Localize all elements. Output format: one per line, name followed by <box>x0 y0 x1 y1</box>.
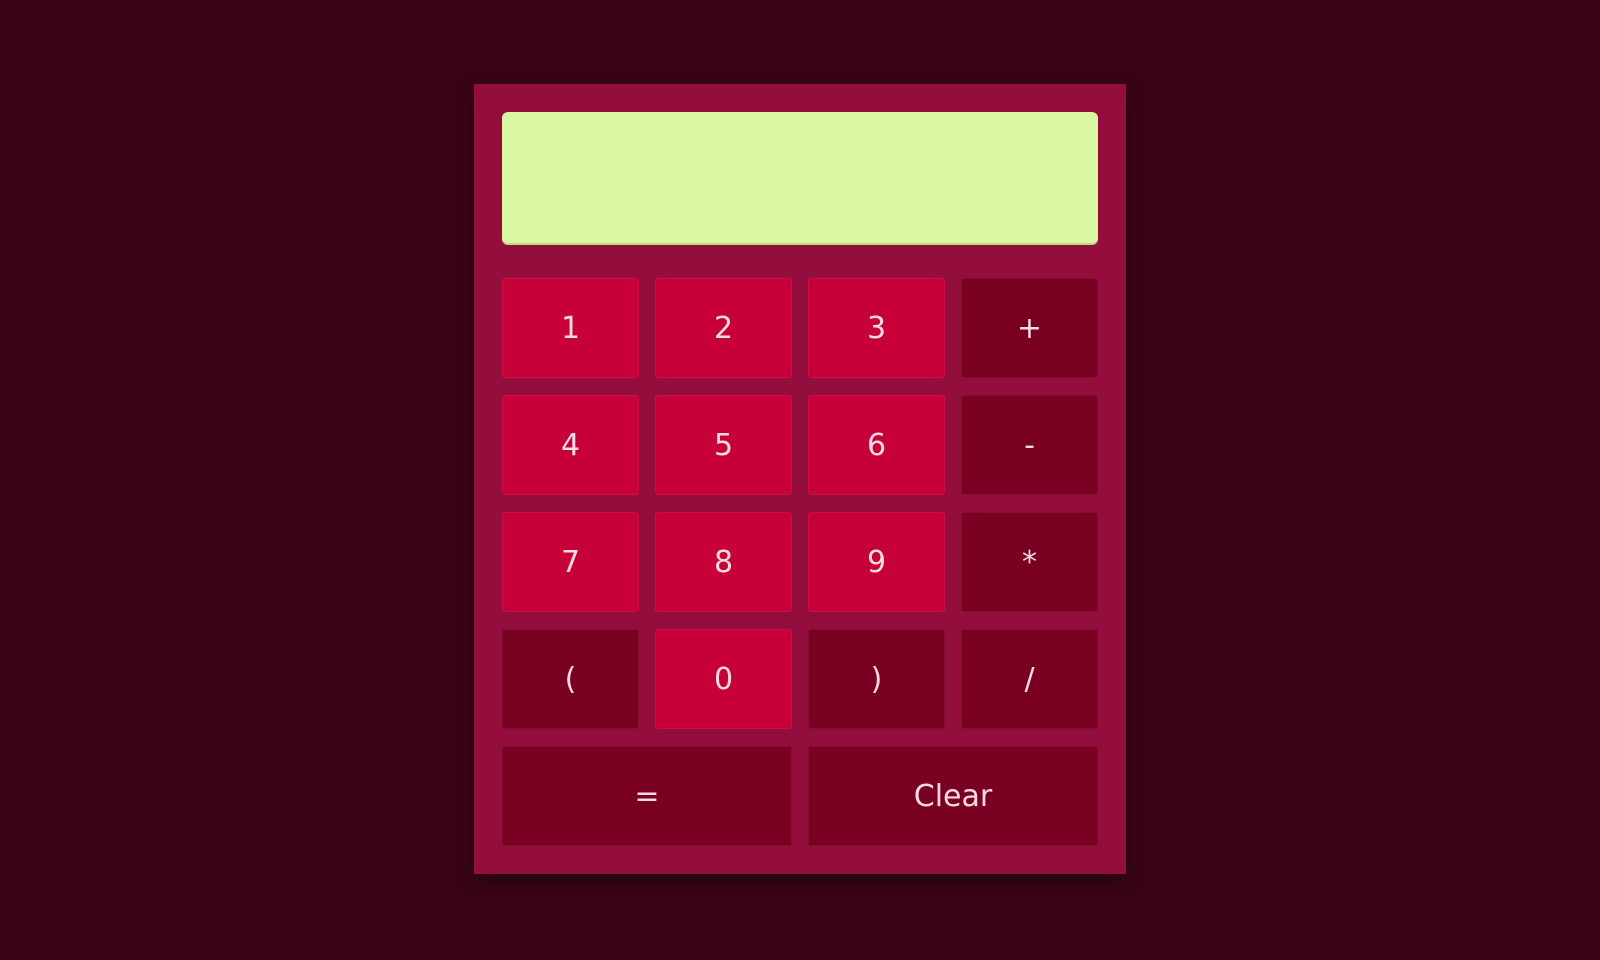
calculator: 1 2 3 + 4 5 6 - 7 8 9 * ( 0 ) / = Clear <box>474 84 1126 874</box>
key-8[interactable]: 8 <box>655 512 792 612</box>
key-3[interactable]: 3 <box>808 278 945 378</box>
key-0[interactable]: 0 <box>655 629 792 729</box>
key-5[interactable]: 5 <box>655 395 792 495</box>
key-open-paren[interactable]: ( <box>502 629 639 729</box>
key-multiply[interactable]: * <box>961 512 1098 612</box>
key-equals[interactable]: = <box>502 746 792 846</box>
key-close-paren[interactable]: ) <box>808 629 945 729</box>
keypad: 1 2 3 + 4 5 6 - 7 8 9 * ( 0 ) / = Clear <box>502 278 1098 846</box>
key-clear[interactable]: Clear <box>808 746 1098 846</box>
key-6[interactable]: 6 <box>808 395 945 495</box>
key-divide[interactable]: / <box>961 629 1098 729</box>
key-minus[interactable]: - <box>961 395 1098 495</box>
key-plus[interactable]: + <box>961 278 1098 378</box>
key-9[interactable]: 9 <box>808 512 945 612</box>
key-1[interactable]: 1 <box>502 278 639 378</box>
key-7[interactable]: 7 <box>502 512 639 612</box>
key-2[interactable]: 2 <box>655 278 792 378</box>
key-4[interactable]: 4 <box>502 395 639 495</box>
calculator-display <box>502 112 1098 245</box>
